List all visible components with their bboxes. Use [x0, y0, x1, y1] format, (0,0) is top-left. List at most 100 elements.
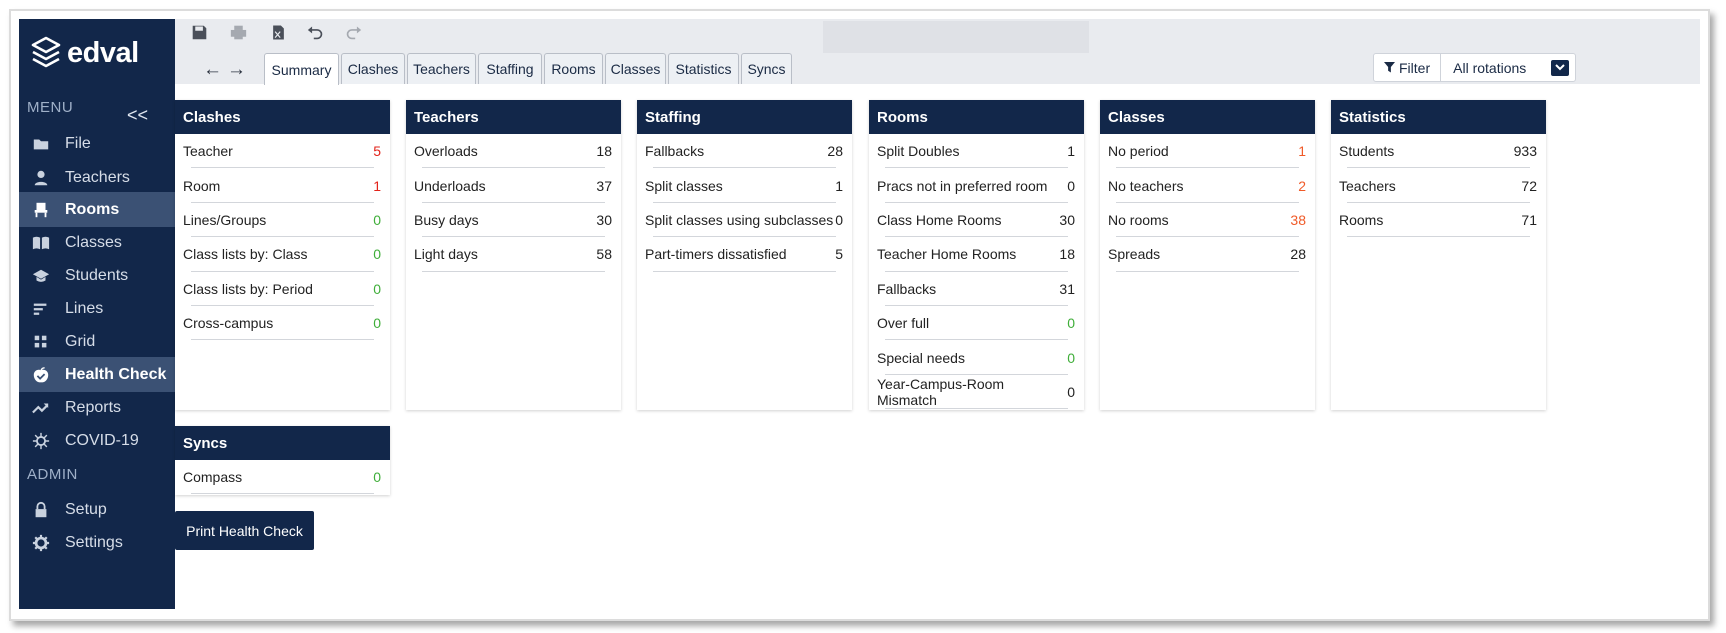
stat-row[interactable]: Overloads 18	[406, 134, 621, 169]
grid-icon	[31, 332, 51, 352]
tab-staffing[interactable]: Staffing	[478, 53, 542, 84]
card-staffing: Staffing Fallbacks 28 Split classes 1 Spli…	[637, 100, 852, 410]
stat-row[interactable]: Class Home Rooms 30	[869, 203, 1084, 238]
stat-row[interactable]: Over full 0	[869, 306, 1084, 341]
export-excel-icon[interactable]	[267, 21, 289, 43]
stat-row[interactable]: Special needs 0	[869, 340, 1084, 376]
redo-icon[interactable]	[342, 21, 364, 43]
stat-row[interactable]: Teacher Home Rooms 18	[869, 237, 1084, 272]
tab-classes[interactable]: Classes	[605, 53, 666, 84]
rotation-select[interactable]: All rotations	[1441, 54, 1575, 81]
open-book-icon	[31, 233, 51, 253]
card-teachers: Teachers Overloads 18 Underloads 37 Busy d…	[406, 100, 621, 410]
stat-row[interactable]: Busy days 30	[406, 203, 621, 238]
sidebar-item-label: Rooms	[65, 200, 120, 218]
print-health-check-button[interactable]: Print Health Check	[175, 511, 314, 550]
tab-clashes[interactable]: Clashes	[341, 53, 405, 84]
sidebar-item-label: File	[65, 134, 91, 152]
sidebar-item-classes[interactable]: Classes	[19, 225, 175, 260]
undo-icon[interactable]	[304, 21, 326, 43]
stat-row[interactable]: Teacher 5	[175, 134, 390, 169]
logo-layers-icon	[31, 36, 61, 68]
person-icon	[31, 168, 51, 188]
stat-row[interactable]: Teachers 72	[1331, 168, 1546, 204]
stat-row[interactable]: Pracs not in preferred room 0	[869, 168, 1084, 204]
stat-row[interactable]: No rooms 38	[1100, 203, 1315, 238]
sidebar-item-reports[interactable]: Reports	[19, 390, 175, 425]
stat-row[interactable]: Room 1	[175, 168, 390, 204]
graduation-cap-icon	[31, 266, 51, 286]
card-syncs: Syncs Compass 0	[175, 426, 390, 495]
edval-logo[interactable]: edval	[31, 33, 139, 73]
sidebar-item-label: Setup	[65, 500, 107, 518]
funnel-icon	[1384, 62, 1395, 73]
stat-row[interactable]: Compass 0	[175, 460, 390, 495]
card-header: Clashes	[175, 100, 390, 134]
card-header: Statistics	[1331, 100, 1546, 134]
tab-summary[interactable]: Summary	[264, 53, 339, 85]
admin-heading: ADMIN	[27, 466, 78, 483]
sidebar-item-label: Classes	[65, 233, 122, 251]
chair-icon	[31, 200, 51, 220]
stat-row[interactable]: Underloads 37	[406, 168, 621, 204]
chevron-down-icon	[1551, 59, 1570, 76]
sidebar-item-grid[interactable]: Grid	[19, 324, 175, 359]
stat-row[interactable]: Fallbacks 28	[637, 134, 852, 169]
card-header: Syncs	[175, 426, 390, 460]
sidebar-item-rooms[interactable]: Rooms	[19, 192, 175, 227]
sidebar-item-students[interactable]: Students	[19, 258, 175, 293]
tab-teachers[interactable]: Teachers	[407, 53, 476, 84]
filter-group: Filter All rotations	[1373, 53, 1577, 82]
rotation-value: All rotations	[1453, 59, 1527, 76]
sidebar-item-label: Teachers	[65, 168, 130, 186]
sidebar: edval MENU << File Teachers Rooms Classe…	[19, 19, 175, 609]
top-toolbar: ← → Summary Clashes Teachers Staffing Ro…	[175, 19, 1700, 85]
stat-row[interactable]: Lines/Groups 0	[175, 203, 390, 238]
sidebar-item-label: Reports	[65, 398, 122, 416]
tab-rooms[interactable]: Rooms	[544, 53, 603, 84]
back-button[interactable]: ←	[203, 59, 222, 81]
stat-row[interactable]: Rooms 71	[1331, 203, 1546, 238]
virus-icon	[31, 431, 51, 451]
filter-button[interactable]: Filter	[1374, 54, 1442, 81]
sidebar-item-label: Settings	[65, 533, 123, 551]
sidebar-item-health-check[interactable]: Health Check	[19, 357, 175, 392]
sidebar-item-settings[interactable]: Settings	[19, 525, 175, 560]
stat-row[interactable]: Students 933	[1331, 134, 1546, 169]
sidebar-item-file[interactable]: File	[19, 126, 175, 161]
title-placeholder	[823, 21, 1089, 53]
collapse-sidebar-button[interactable]: <<	[127, 105, 148, 126]
print-icon[interactable]	[227, 21, 249, 43]
stat-row[interactable]: Split classes 1	[637, 168, 852, 204]
stat-row[interactable]: Class lists by: Class 0	[175, 237, 390, 272]
stat-row[interactable]: No period 1	[1100, 134, 1315, 169]
gear-icon	[31, 533, 51, 553]
stat-row[interactable]: Year-Campus-Room Mismatch 0	[869, 375, 1084, 410]
app-window: edval MENU << File Teachers Rooms Classe…	[9, 9, 1710, 621]
sidebar-item-teachers[interactable]: Teachers	[19, 160, 175, 195]
stat-row[interactable]: Class lists by: Period 0	[175, 272, 390, 307]
stat-row[interactable]: Spreads 28	[1100, 237, 1315, 272]
tab-syncs[interactable]: Syncs	[741, 53, 792, 84]
sidebar-item-label: Grid	[65, 332, 96, 350]
card-header: Teachers	[406, 100, 621, 134]
save-icon[interactable]	[188, 21, 210, 43]
forward-button[interactable]: →	[227, 59, 246, 81]
stat-row[interactable]: Fallbacks 31	[869, 272, 1084, 307]
sidebar-item-setup[interactable]: Setup	[19, 492, 175, 527]
stat-row[interactable]: Split Doubles 1	[869, 134, 1084, 169]
tab-statistics[interactable]: Statistics	[668, 53, 739, 84]
card-header: Classes	[1100, 100, 1315, 134]
card-classes: Classes No period 1 No teachers 2 No rooms…	[1100, 100, 1315, 410]
stat-row[interactable]: Split classes using subclasses 0	[637, 203, 852, 238]
sidebar-item-lines[interactable]: Lines	[19, 291, 175, 326]
card-clashes: Clashes Teacher 5 Room 1 Lines/Groups 0 Cla…	[175, 100, 390, 410]
card-statistics: Statistics Students 933 Teachers 72 Rooms 7…	[1331, 100, 1546, 410]
sidebar-item-label: Health Check	[65, 365, 167, 383]
stat-row[interactable]: No teachers 2	[1100, 168, 1315, 204]
sidebar-item-covid-19[interactable]: COVID-19	[19, 423, 175, 458]
stat-row[interactable]: Light days 58	[406, 237, 621, 272]
card-header: Rooms	[869, 100, 1084, 134]
stat-row[interactable]: Part-timers dissatisfied 5	[637, 237, 852, 272]
stat-row[interactable]: Cross-campus 0	[175, 306, 390, 341]
